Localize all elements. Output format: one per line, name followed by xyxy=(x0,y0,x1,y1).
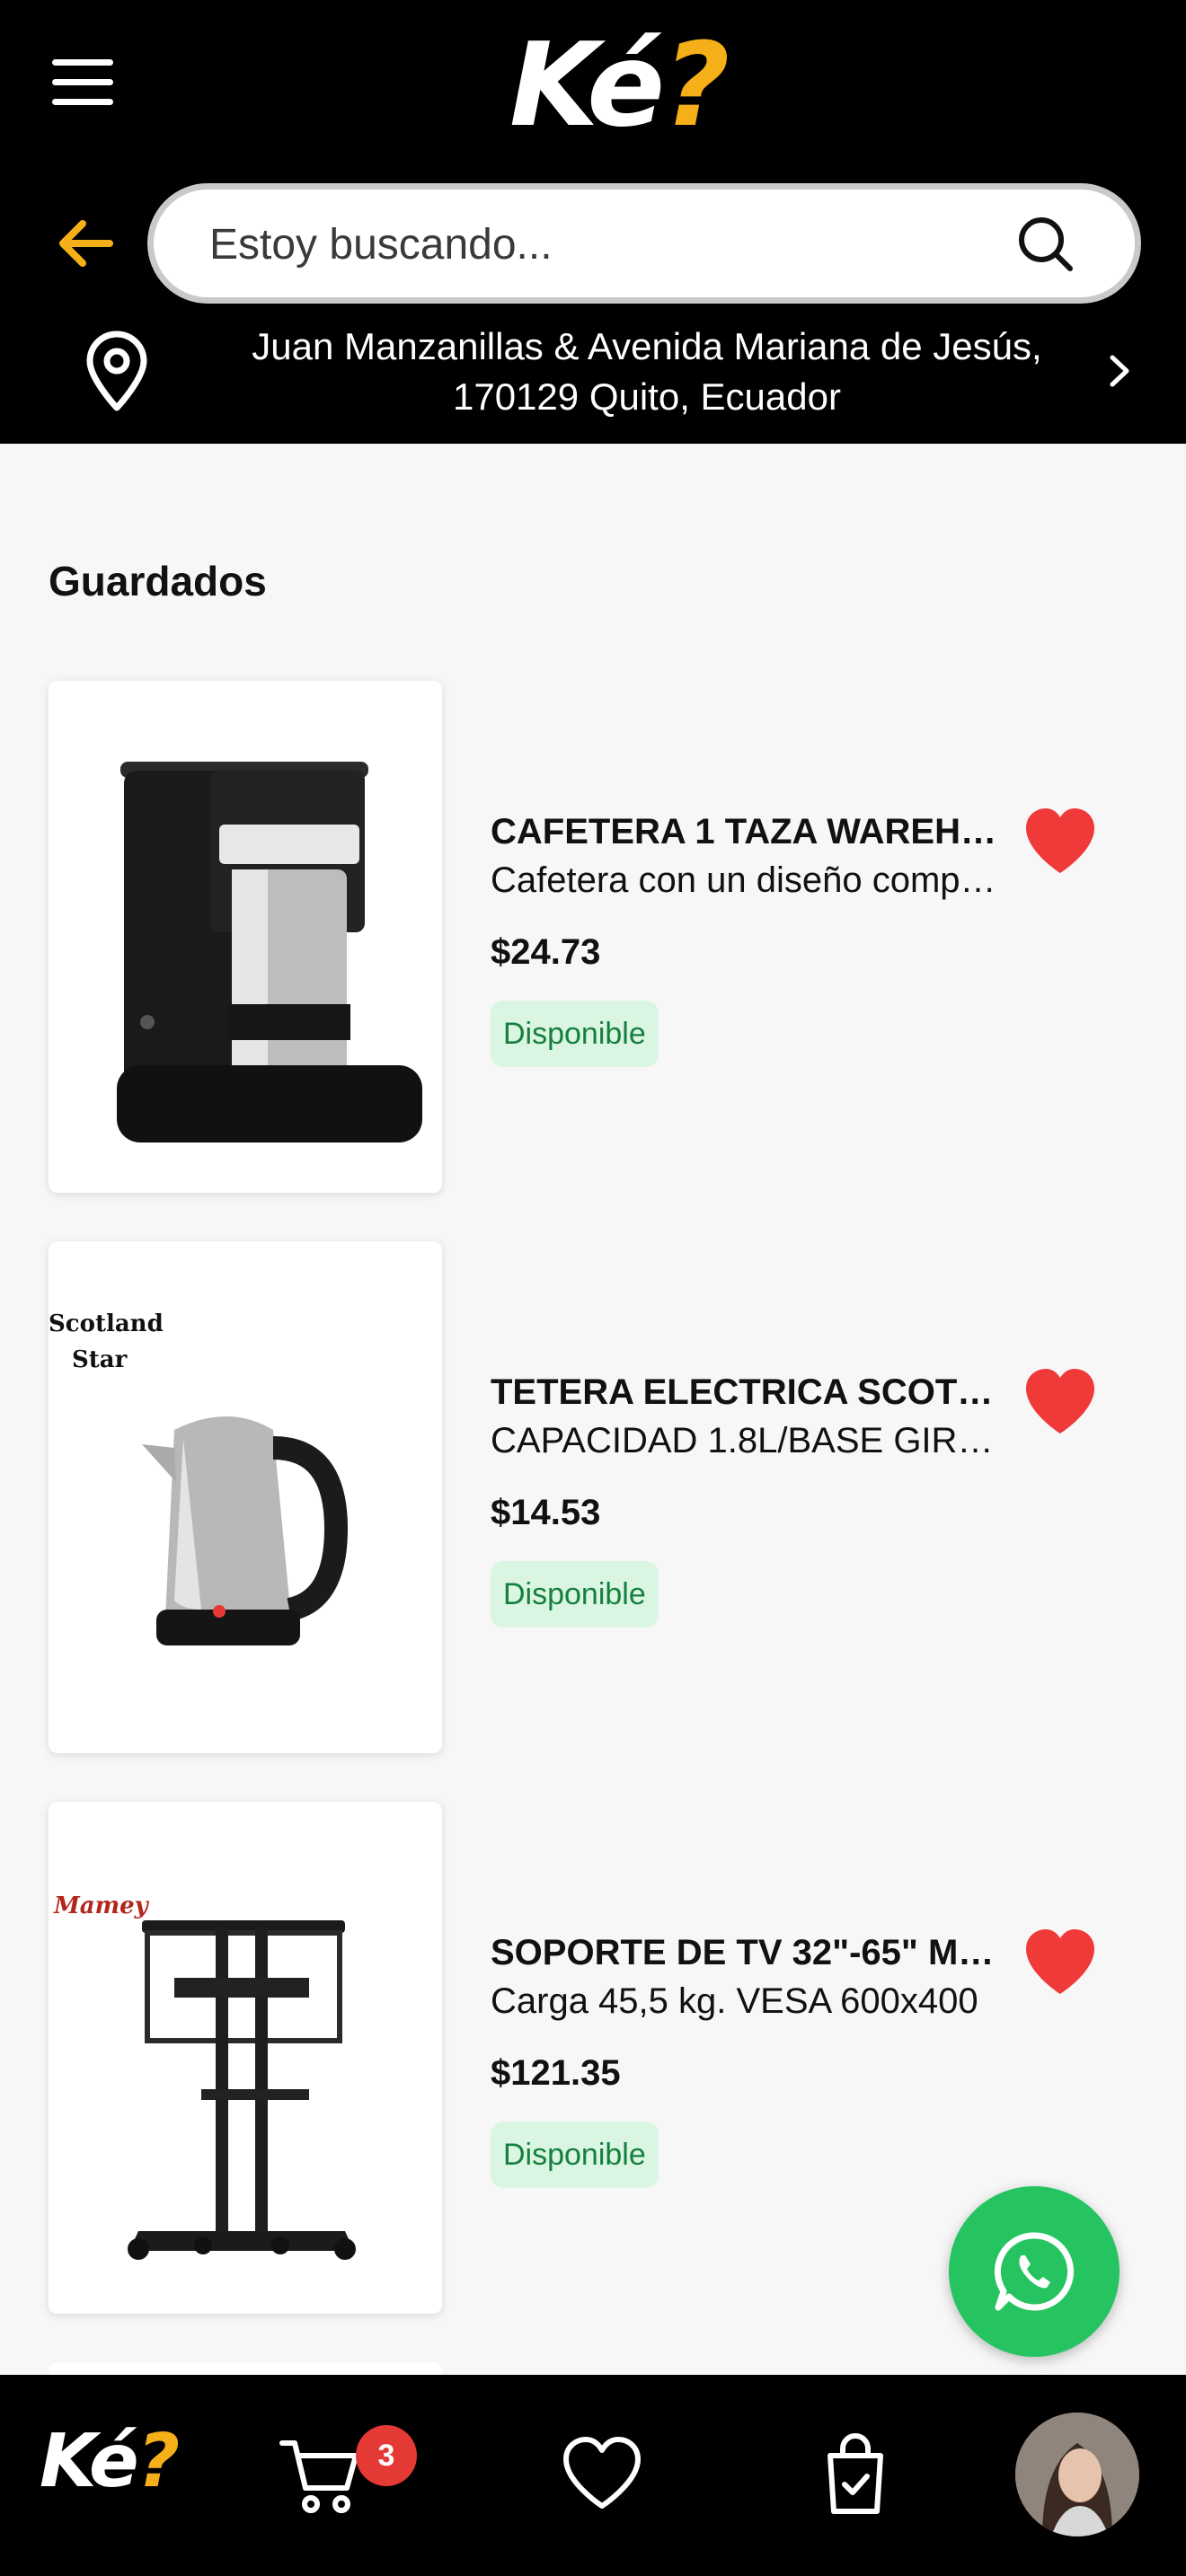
tv-stand-image: Mamey xyxy=(53,1892,356,2260)
availability-badge: Disponible xyxy=(491,2122,659,2188)
search-icon[interactable] xyxy=(1016,215,1075,274)
orders-bag-icon[interactable] xyxy=(810,2429,900,2519)
product-price: $24.73 xyxy=(491,932,601,972)
product-image xyxy=(49,681,442,1193)
product-description: Cafetera con un diseño compacto xyxy=(491,860,1003,900)
app-logo[interactable]: Ké? xyxy=(509,19,730,153)
whatsapp-button[interactable] xyxy=(949,2186,1120,2357)
saved-product-card[interactable]: Scotland Star TETERA ELECTRICA SCOTLAND … xyxy=(49,1241,1118,1753)
product-name: CAFETERA 1 TAZA WAREHOUSE xyxy=(491,812,1003,851)
product-price: $121.35 xyxy=(491,2053,621,2093)
saved-product-card[interactable]: CAFETERA 1 TAZA WAREHOUSE Cafetera con u… xyxy=(49,681,1118,1193)
address-line-2: 170129 Quito, Ecuador xyxy=(453,375,841,418)
back-arrow-icon[interactable] xyxy=(54,212,117,275)
availability-badge: Disponible xyxy=(491,1001,659,1067)
delivery-address: Juan Manzanillas & Avenida Mariana de Je… xyxy=(180,322,1114,422)
cart-count-badge: 3 xyxy=(356,2425,417,2486)
logo-main-text: Ké xyxy=(509,19,665,153)
logo-accent-text: ? xyxy=(663,19,730,153)
top-header: Ké? Juan Manzanillas & Avenida Mariana d… xyxy=(0,0,1186,444)
heart-filled-icon[interactable] xyxy=(1022,1367,1098,1437)
availability-badge: Disponible xyxy=(491,1561,659,1628)
hamburger-menu-icon[interactable] xyxy=(52,59,117,106)
logo-accent-text: ? xyxy=(137,2419,181,2504)
product-info: SOPORTE DE TV 32"-65" MAMEY Carga 45,5 k… xyxy=(491,1928,1003,2188)
image-brand-text: Star xyxy=(72,1346,128,1373)
product-price: $14.53 xyxy=(491,1493,601,1532)
heart-filled-icon[interactable] xyxy=(1022,1928,1098,1998)
product-name: TETERA ELECTRICA SCOTLAND STAR xyxy=(491,1372,1003,1412)
product-image: Scotland Star xyxy=(49,1241,442,1753)
electric-kettle-image: Scotland Star xyxy=(49,1310,349,1645)
product-info: CAFETERA 1 TAZA WAREHOUSE Cafetera con u… xyxy=(491,807,1003,1067)
whatsapp-icon xyxy=(994,2232,1075,2311)
cart-icon[interactable] xyxy=(275,2429,365,2519)
bottom-navigation: Ké? xyxy=(0,2375,1186,2576)
product-description: CAPACIDAD 1.8L/BASE GIRATORIA xyxy=(491,1421,1003,1460)
heart-filled-icon[interactable] xyxy=(1022,807,1098,877)
product-description: Carga 45,5 kg. VESA 600x400 xyxy=(491,1981,978,2021)
product-info: TETERA ELECTRICA SCOTLAND STAR CAPACIDAD… xyxy=(491,1367,1003,1628)
image-brand-text: Scotland xyxy=(49,1310,164,1337)
coffee-maker-image xyxy=(117,762,422,1142)
nav-home-logo[interactable]: Ké? xyxy=(40,2419,181,2504)
heart-outline-icon[interactable] xyxy=(557,2429,647,2519)
profile-photo xyxy=(1015,2413,1139,2536)
product-name: SOPORTE DE TV 32"-65" MAMEY xyxy=(491,1933,1003,1972)
chevron-right-icon xyxy=(1110,355,1129,387)
user-avatar[interactable] xyxy=(1015,2413,1139,2536)
address-line-1: Juan Manzanillas & Avenida Mariana de Je… xyxy=(252,325,1042,367)
image-brand-text: Mamey xyxy=(53,1892,150,1919)
location-pin-icon xyxy=(86,331,147,411)
search-bar xyxy=(147,183,1141,304)
logo-main-text: Ké xyxy=(40,2419,139,2504)
search-input[interactable] xyxy=(209,211,1000,278)
delivery-address-selector[interactable]: Juan Manzanillas & Avenida Mariana de Je… xyxy=(0,316,1186,431)
product-image: Mamey xyxy=(49,1802,442,2314)
section-title: Guardados xyxy=(49,558,267,604)
